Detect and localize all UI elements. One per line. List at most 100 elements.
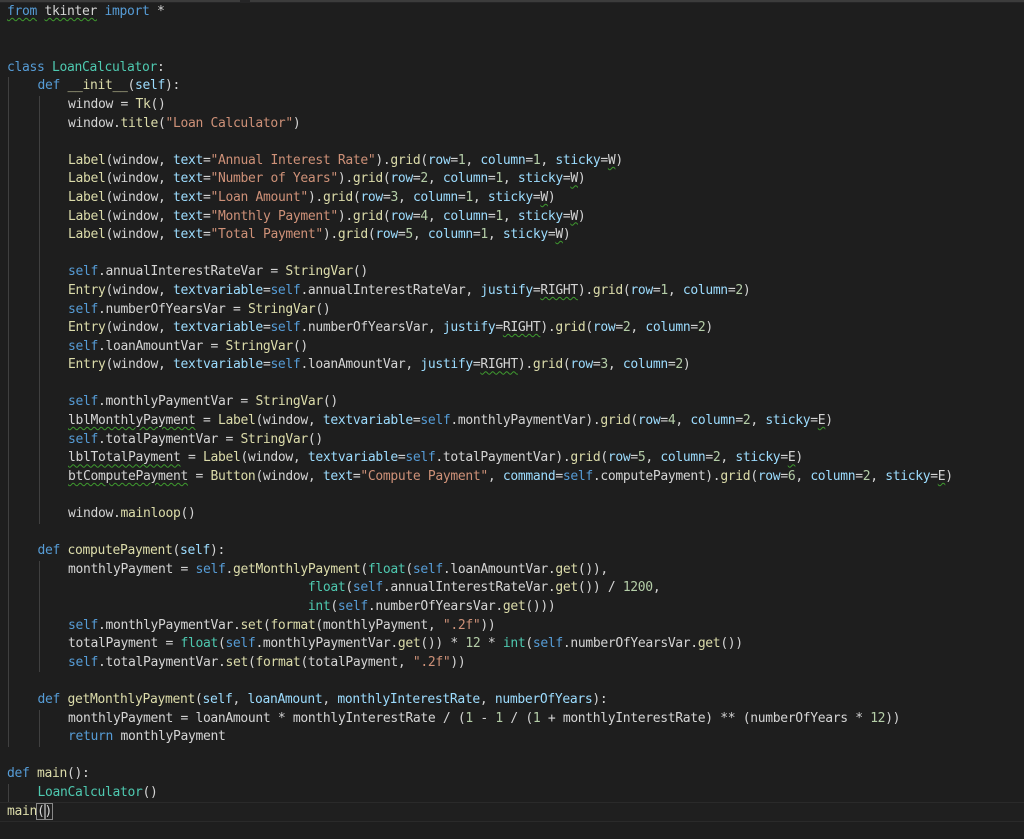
code-token: (: [630, 413, 638, 429]
code-line[interactable]: [0, 133, 1024, 152]
code-token: ,: [720, 450, 736, 466]
indent-guide: [8, 374, 9, 394]
code-line[interactable]: [0, 40, 1024, 59]
code-line[interactable]: lblMonthlyPayment = Label(window, textva…: [0, 412, 1024, 431]
code-line[interactable]: self.monthlyPaymentVar = StringVar(): [0, 393, 1024, 413]
code-token: self: [68, 338, 98, 354]
code-token: Entry: [68, 320, 106, 336]
code-line[interactable]: Entry(window, textvariable=self.loanAmou…: [0, 356, 1024, 375]
code-token: (window,: [105, 152, 173, 168]
code-line[interactable]: btComputePayment = Button(window, text = "…: [0, 467, 1024, 487]
code-token: from: [7, 4, 37, 19]
indent-guide: [38, 133, 40, 152]
code-token: sticky: [765, 413, 811, 429]
code-token: getMonthlyPayment: [67, 691, 196, 707]
code-line[interactable]: totalPayment = float(self.monthlyPayment…: [0, 635, 1024, 654]
code-line[interactable]: [0, 374, 1024, 394]
code-line[interactable]: [0, 22, 1024, 41]
code-token: RIGHT: [480, 357, 518, 373]
code-token: =: [705, 450, 713, 466]
indent-guide: [8, 263, 9, 282]
code-token: .totalPaymentVar).: [435, 450, 571, 466]
code-token: (: [172, 543, 180, 559]
code-line[interactable]: def getMonthlyPayment(self, loanAmount, …: [0, 690, 1024, 710]
code-token: text: [172, 152, 203, 168]
code-line[interactable]: class LoanCalculator:: [0, 59, 1024, 78]
indent-guide: [38, 486, 40, 506]
code-token: StringVar: [225, 338, 293, 354]
code-line[interactable]: main(): [0, 801, 1024, 823]
code-line[interactable]: Label(window, text="Loan Amount").grid(r…: [0, 188, 1024, 208]
code-line[interactable]: [0, 486, 1024, 506]
code-token: sticky: [885, 468, 931, 484]
code-line[interactable]: from tkinter import *: [0, 3, 1024, 22]
indent-guide: [38, 170, 40, 189]
code-line[interactable]: def computePayment(self):: [0, 542, 1024, 561]
code-line[interactable]: window.mainloop(): [0, 505, 1024, 524]
code-line[interactable]: return monthlyPayment: [0, 728, 1024, 747]
code-line[interactable]: Label(window, text = "Annual Interest Rate…: [0, 151, 1024, 171]
indent-guide: [38, 226, 40, 245]
code-line[interactable]: lblTotalPayment = Label(window, textvari…: [0, 449, 1024, 468]
code-line[interactable]: self.monthlyPaymentVar.set(format(monthl…: [0, 616, 1024, 636]
code-token: 4: [420, 208, 428, 224]
code-token: (window,: [105, 357, 173, 373]
code-line[interactable]: window = Tk(): [0, 95, 1024, 115]
code-token: 1: [495, 208, 503, 224]
code-editor[interactable]: from tkinter import * class LoanCalculat…: [0, 0, 1024, 839]
code-line[interactable]: monthlyPayment = self.getMonthlyPayment(…: [0, 560, 1024, 580]
code-line[interactable]: def main():: [0, 765, 1024, 784]
code-token: 1: [495, 171, 503, 187]
code-line[interactable]: def __init__(self):: [0, 77, 1024, 96]
code-line[interactable]: window.title("Loan Calculator"): [0, 114, 1024, 134]
code-line[interactable]: self.annualInterestRateVar = StringVar(): [0, 263, 1024, 282]
code-line[interactable]: Label(window, text="Number of Years").gr…: [0, 170, 1024, 189]
code-line[interactable]: float(self.annualInterestRateVar.get()) …: [0, 579, 1024, 598]
code-token: (): [352, 264, 368, 280]
code-token: ,: [322, 691, 338, 707]
code-token: text: [172, 208, 203, 224]
code-line[interactable]: [0, 244, 1024, 264]
code-token: row: [757, 468, 781, 484]
code-line[interactable]: int(self.numberOfYearsVar.get())): [0, 598, 1024, 617]
code-line[interactable]: self.loanAmountVar = StringVar(): [0, 337, 1024, 357]
indent-guide: [38, 95, 40, 115]
code-token: totalPayment =: [68, 636, 181, 652]
code-line[interactable]: [0, 747, 1024, 766]
code-area[interactable]: from tkinter import * class LoanCalculat…: [0, 3, 1024, 823]
code-line[interactable]: LoanCalculator(): [0, 783, 1024, 803]
code-token: __init__: [67, 78, 128, 94]
code-token: .numberOfYearsVar.: [562, 636, 698, 652]
code-line[interactable]: Label(window, text="Monthly Payment").gr…: [0, 207, 1024, 227]
code-token: float: [307, 580, 346, 596]
code-line[interactable]: Entry(window, textvariable = self.numberOf…: [0, 319, 1024, 338]
code-token: ,: [607, 357, 623, 373]
code-token: ).: [577, 282, 593, 298]
indent-guide: [8, 430, 9, 450]
indent-guide: [38, 560, 40, 580]
code-token: column: [690, 413, 736, 429]
code-line[interactable]: monthlyPayment = loanAmount * monthlyInt…: [0, 709, 1024, 729]
code-line[interactable]: Label(window, text="Total Payment").grid…: [0, 226, 1024, 245]
code-token: grid: [352, 208, 383, 224]
indent-guide: [8, 505, 9, 524]
code-token: .numberOfYearsVar,: [300, 320, 443, 336]
code-token: format: [270, 617, 316, 633]
code-token: self: [420, 413, 451, 429]
indent-guide: [38, 393, 40, 413]
code-token: monthlyPayment = loanAmount * monthlyInt…: [68, 710, 466, 726]
code-line[interactable]: Entry(window, textvariable=self.annualIn…: [0, 281, 1024, 301]
code-line[interactable]: self.numberOfYearsVar = StringVar(): [0, 300, 1024, 320]
code-line[interactable]: self.totalPaymentVar.set(format(totalPay…: [0, 653, 1024, 673]
code-token: ,: [472, 189, 488, 205]
code-line[interactable]: [0, 672, 1024, 691]
code-token: ): [742, 282, 751, 298]
code-line[interactable]: [0, 523, 1024, 543]
code-token: self: [270, 357, 301, 373]
code-token: self: [68, 431, 98, 447]
code-line[interactable]: self.totalPaymentVar = StringVar(): [0, 430, 1024, 450]
code-token: Label: [217, 413, 256, 429]
code-token: textvariable: [172, 357, 263, 373]
code-token: (: [127, 78, 135, 94]
